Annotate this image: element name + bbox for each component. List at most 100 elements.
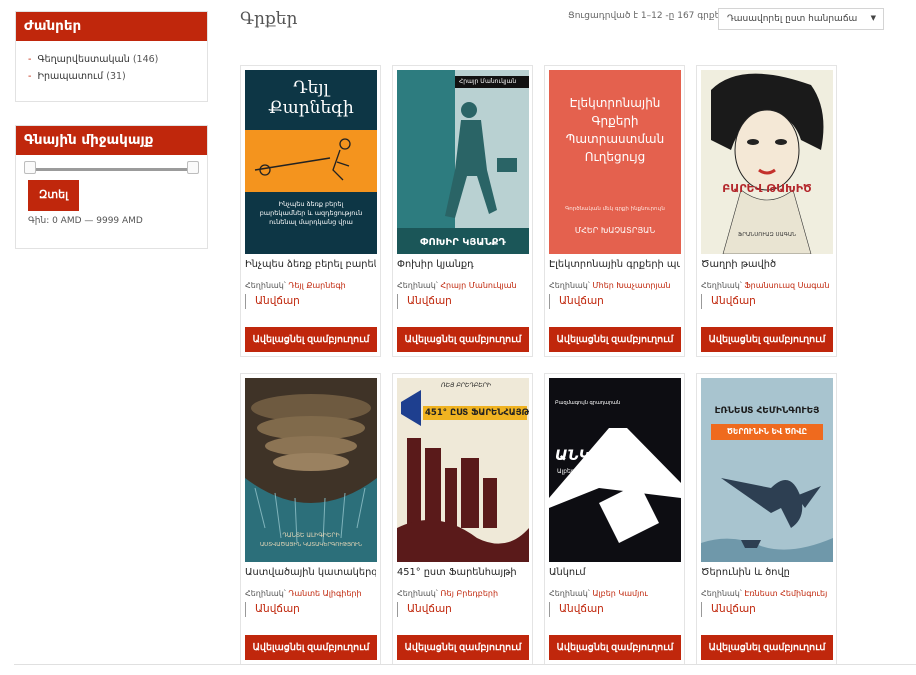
product-price: Անվճար bbox=[397, 294, 528, 309]
product-author: Հեղինակ՝ Դեյլ Քարնեգի bbox=[245, 281, 346, 290]
footer-divider bbox=[14, 664, 916, 665]
product-price: Անվճար bbox=[245, 602, 376, 617]
marlin-illustration bbox=[701, 478, 833, 562]
author-link[interactable]: Դեյլ Քարնեգի bbox=[288, 281, 345, 290]
author-link[interactable]: Մհեր Խաչատրյան bbox=[592, 281, 670, 290]
slider-max-handle[interactable] bbox=[187, 161, 199, 174]
product-title[interactable]: 451° ըստ Ֆարենհայթի bbox=[397, 567, 528, 581]
product-title[interactable]: Էլեկտրոնային գրքերի պա bbox=[549, 259, 680, 273]
product-author: Հեղինակ՝ Մհեր Խաչատրյան bbox=[549, 281, 671, 290]
product-price: Անվճար bbox=[549, 602, 680, 617]
sort-selected-value: Դասավորել ըստ հանրաճա bbox=[727, 14, 858, 24]
product-title[interactable]: Ծերունին և ծովը bbox=[701, 567, 832, 581]
cover-title: ԱՆԿՈՒՄ bbox=[555, 448, 623, 464]
product-card: Բազմագույն գրադարան ԱՆԿՈՒՄ Ալբեր Կամյու … bbox=[544, 373, 685, 665]
category-item[interactable]: - Գեղարվեստական (146) bbox=[28, 51, 197, 68]
product-price: Անվճար bbox=[549, 294, 680, 309]
dash-icon: - bbox=[28, 54, 32, 65]
book-cover-image[interactable]: ԲԱՐԵՎ ԹԱԽԻԾ ՖՐԱՆՍՈՒԱԶ ՍԱԳԱՆ bbox=[701, 70, 833, 254]
price-range-text: Գին: 0 AMD — 9999 AMD bbox=[28, 216, 143, 226]
product-price: Անվճար bbox=[701, 602, 832, 617]
cover-title-line: Դեյլ bbox=[293, 78, 329, 98]
cover-subtitle: Ինչպես ձեռք բերել բարեկամներ և ազդեցությ… bbox=[259, 200, 363, 226]
product-price: Անվճար bbox=[397, 602, 528, 617]
product-author: Հեղինակ՝ Ֆրանսուազ Սագան bbox=[701, 281, 830, 290]
product-card: Հրայր Մանուկյան ՓՈԽԻՐ ԿՅԱՆՔԴ Փոխիր կյանք… bbox=[392, 65, 533, 357]
add-to-cart-button[interactable]: Ավելացնել զամբյուղում bbox=[549, 635, 681, 660]
add-to-cart-button[interactable]: Ավելացնել զամբյուղում bbox=[701, 327, 833, 352]
cover-author: Ալբեր Կամյու bbox=[557, 468, 599, 475]
price-filter-title: Գնային միջակայք bbox=[16, 126, 207, 155]
book-cover-image[interactable]: Հրայր Մանուկյան ՓՈԽԻՐ ԿՅԱՆՔԴ bbox=[397, 70, 529, 254]
product-author: Հեղինակ՝ Ռեյ Բրեդբերի bbox=[397, 589, 499, 598]
product-card: ԴԱՆՏԵ ԱԼԻԳԻԵՐԻ ԱՍՏՎԱԾԱՅԻՆ ԿԱՏԱԿԵՐԳՈՒԹՅՈՒ… bbox=[240, 373, 381, 665]
product-title[interactable]: Ծաղրի թավիծ bbox=[701, 259, 832, 273]
book-cover-image[interactable]: Բազմագույն գրադարան ԱՆԿՈՒՄ Ալբեր Կամյու bbox=[549, 378, 681, 562]
cover-title: ԲԱՐԵՎ ԹԱԽԻԾ bbox=[722, 182, 812, 195]
category-count: (31) bbox=[106, 71, 126, 82]
burning-city-illustration bbox=[397, 390, 529, 562]
add-to-cart-button[interactable]: Ավելացնել զամբյուղում bbox=[397, 635, 529, 660]
add-to-cart-button[interactable]: Ավելացնել զամբյուղում bbox=[397, 327, 529, 352]
cover-title: ԱՍՏՎԱԾԱՅԻՆ ԿԱՏԱԿԵՐԳՈՒԹՅՈՒՆ bbox=[259, 542, 363, 548]
cover-illustration bbox=[245, 130, 377, 192]
product-title[interactable]: Ինչպես ձեռք բերել բարեկա bbox=[245, 259, 376, 273]
cover-top-text: Բազմագույն գրադարան bbox=[555, 400, 621, 406]
add-to-cart-button[interactable]: Ավելացնել զամբյուղում bbox=[701, 635, 833, 660]
book-cover-image[interactable]: Դեյլ Քարնեգի Ինչպես ձեռք բերել բարեկամնե… bbox=[245, 70, 377, 254]
author-link[interactable]: Հրայր Մանուկյան bbox=[440, 281, 516, 290]
sort-select[interactable]: Դասավորել ըստ հանրաճա ▼ bbox=[718, 8, 884, 30]
product-card: Էլեկտրոնային Գրքերի Պատրաստման Ուղեցույց… bbox=[544, 65, 685, 357]
cover-title-line: Ուղեցույց bbox=[584, 150, 646, 164]
category-list: - Գեղարվեստական (146) - Իրապատում (31) bbox=[16, 41, 207, 97]
walking-man-illustration bbox=[445, 102, 517, 218]
categories-title: Ժանրեր bbox=[16, 12, 207, 41]
author-link[interactable]: Ռեյ Բրեդբերի bbox=[440, 589, 498, 598]
author-link[interactable]: Ֆրանսուազ Սագան bbox=[744, 281, 829, 290]
add-to-cart-button[interactable]: Ավելացնել զամբյուղում bbox=[245, 327, 377, 352]
author-link[interactable]: Դանտե Ալիգիերի bbox=[288, 589, 361, 598]
product-author: Հեղինակ՝ Ալբեր Կամյու bbox=[549, 589, 648, 598]
woman-portrait-illustration bbox=[711, 73, 824, 254]
cover-title-line: Պատրաստման bbox=[565, 132, 665, 146]
product-card: Դեյլ Քարնեգի Ինչպես ձեռք բերել բարեկամնե… bbox=[240, 65, 381, 357]
author-link[interactable]: Էռնեստ Հեմինգուեյ bbox=[744, 589, 827, 598]
product-author: Հեղինակ՝ Էռնեստ Հեմինգուեյ bbox=[701, 589, 828, 598]
cover-title-line: Էլեկտրոնային bbox=[569, 96, 661, 110]
cover-title-line: Գրքերի bbox=[591, 114, 639, 128]
product-price: Անվճար bbox=[701, 294, 832, 309]
dash-icon: - bbox=[28, 71, 32, 82]
slider-track bbox=[30, 168, 193, 171]
author-link[interactable]: Ալբեր Կամյու bbox=[592, 589, 648, 598]
product-title[interactable]: Աստվածային կատակերգու bbox=[245, 567, 376, 581]
slider-min-handle[interactable] bbox=[24, 161, 36, 174]
cover-author: ԴԱՆՏԵ ԱԼԻԳԻԵՐԻ bbox=[282, 532, 340, 539]
product-author: Հեղինակ՝ Հրայր Մանուկյան bbox=[397, 281, 517, 290]
product-price: Անվճար bbox=[245, 294, 376, 309]
price-slider[interactable] bbox=[16, 155, 207, 177]
product-card: ՌԵՅ ԲՐԵԴԲԵՐԻ 451° ԸՍՏ ՖԱՐԵՆՀԱՅԹԻ 451° ըս… bbox=[392, 373, 533, 665]
book-cover-image[interactable]: ԴԱՆՏԵ ԱԼԻԳԻԵՐԻ ԱՍՏՎԱԾԱՅԻՆ ԿԱՏԱԿԵՐԳՈՒԹՅՈՒ… bbox=[245, 378, 377, 562]
category-count: (146) bbox=[132, 54, 159, 65]
categories-widget: Ժանրեր - Գեղարվեստական (146) - Իրապատում (… bbox=[15, 11, 208, 102]
product-title[interactable]: Փոխիր կյանքդ bbox=[397, 259, 528, 273]
product-card: ԲԱՐԵՎ ԹԱԽԻԾ ՖՐԱՆՍՈՒԱԶ ՍԱԳԱՆ Ծաղրի թավիծ … bbox=[696, 65, 837, 357]
add-to-cart-button[interactable]: Ավելացնել զամբյուղում bbox=[245, 635, 377, 660]
product-title[interactable]: Անկում bbox=[549, 567, 680, 581]
category-link[interactable]: Իրապատում bbox=[37, 71, 103, 82]
add-to-cart-button[interactable]: Ավելացնել զամբյուղում bbox=[549, 327, 681, 352]
book-cover-image[interactable]: Էլեկտրոնային Գրքերի Պատրաստման Ուղեցույց… bbox=[549, 70, 681, 254]
cover-author: ՖՐԱՆՍՈՒԱԶ ՍԱԳԱՆ bbox=[737, 232, 797, 238]
cover-bottom-title: ՓՈԽԻՐ ԿՅԱՆՔԴ bbox=[420, 237, 506, 248]
cover-author: ՄՀԵՐ ԽԱՉԱՏՐՅԱՆ bbox=[574, 226, 656, 235]
book-cover-image[interactable]: ՌԵՅ ԲՐԵԴԲԵՐԻ 451° ԸՍՏ ՖԱՐԵՆՀԱՅԹԻ bbox=[397, 378, 529, 562]
result-count: Ցուցադրված է 1–12 -ը 167 գրքերից bbox=[568, 11, 738, 21]
book-cover-image[interactable]: ԷՌՆԵՍՏ ՀԵՄԻՆԳՈՒԵՅ ԾԵՐՈՒՆԻՆ ԵՎ ԾՈՎԸ bbox=[701, 378, 833, 562]
filter-button[interactable]: Զտել bbox=[28, 180, 79, 211]
page-title: Գրքեր bbox=[240, 9, 298, 29]
category-link[interactable]: Գեղարվեստական bbox=[37, 54, 129, 65]
cover-title: 451° ԸՍՏ ՖԱՐԵՆՀԱՅԹԻ bbox=[425, 408, 529, 418]
category-item[interactable]: - Իրապատում (31) bbox=[28, 68, 197, 85]
product-card: ԷՌՆԵՍՏ ՀԵՄԻՆԳՈՒԵՅ ԾԵՐՈՒՆԻՆ ԵՎ ԾՈՎԸ Ծերու… bbox=[696, 373, 837, 665]
price-filter-widget: Գնային միջակայք Զտել Գին: 0 AMD — 9999 A… bbox=[15, 125, 208, 249]
